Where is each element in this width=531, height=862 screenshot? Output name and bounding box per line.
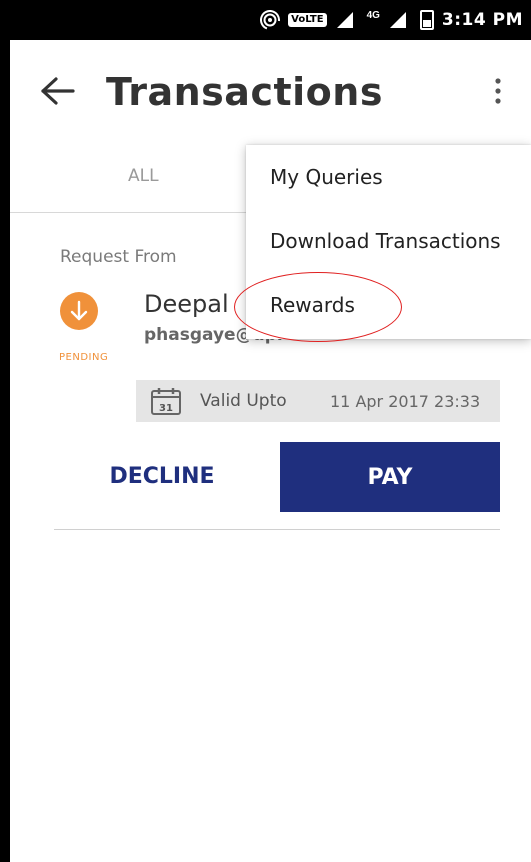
- menu-item-label: Rewards: [270, 293, 355, 317]
- app-screen: VoLTE 4G 3:14 PM Transactions ALL Reques…: [10, 0, 531, 862]
- arrow-down-icon: [70, 300, 88, 321]
- menu-item-my-queries[interactable]: My Queries: [246, 145, 531, 209]
- arrow-left-icon[interactable]: [40, 76, 76, 106]
- volte-badge: VoLTE: [288, 13, 327, 27]
- menu-item-label: My Queries: [270, 165, 383, 189]
- overflow-menu: My Queries Download Transactions Rewards: [246, 145, 531, 339]
- network-type-label: 4G: [366, 9, 380, 21]
- app-toolbar: Transactions: [10, 40, 531, 144]
- valid-upto-label: Valid Upto: [200, 391, 287, 411]
- hotspot-icon: [260, 10, 281, 30]
- card-divider: [54, 529, 500, 530]
- payer-name: Deepal: [144, 290, 229, 318]
- calendar-day-text: 31: [159, 403, 173, 414]
- status-time: 3:14 PM: [441, 10, 523, 30]
- valid-upto-date: 11 Apr 2017 23:33: [330, 392, 481, 411]
- pending-status-icon: [60, 292, 98, 330]
- page-title: Transactions: [106, 70, 383, 114]
- tab-all[interactable]: ALL: [128, 166, 159, 186]
- status-badge: PENDING: [59, 352, 109, 363]
- status-bar: VoLTE 4G 3:14 PM: [10, 0, 531, 40]
- decline-button[interactable]: DECLINE: [54, 442, 270, 510]
- validity-box: 31 Valid Upto 11 Apr 2017 23:33: [136, 380, 500, 422]
- request-from-label: Request From: [60, 247, 177, 267]
- menu-item-rewards[interactable]: Rewards: [246, 273, 531, 337]
- frame-border: [0, 0, 10, 862]
- signal-icon: [336, 12, 353, 28]
- pay-button[interactable]: PAY: [280, 442, 500, 512]
- signal-icon-2: [389, 12, 406, 28]
- battery-icon: [419, 10, 434, 30]
- menu-item-download-transactions[interactable]: Download Transactions: [246, 209, 531, 273]
- more-vert-icon[interactable]: [488, 76, 508, 106]
- calendar-icon: 31: [151, 388, 181, 415]
- menu-item-label: Download Transactions: [270, 229, 501, 253]
